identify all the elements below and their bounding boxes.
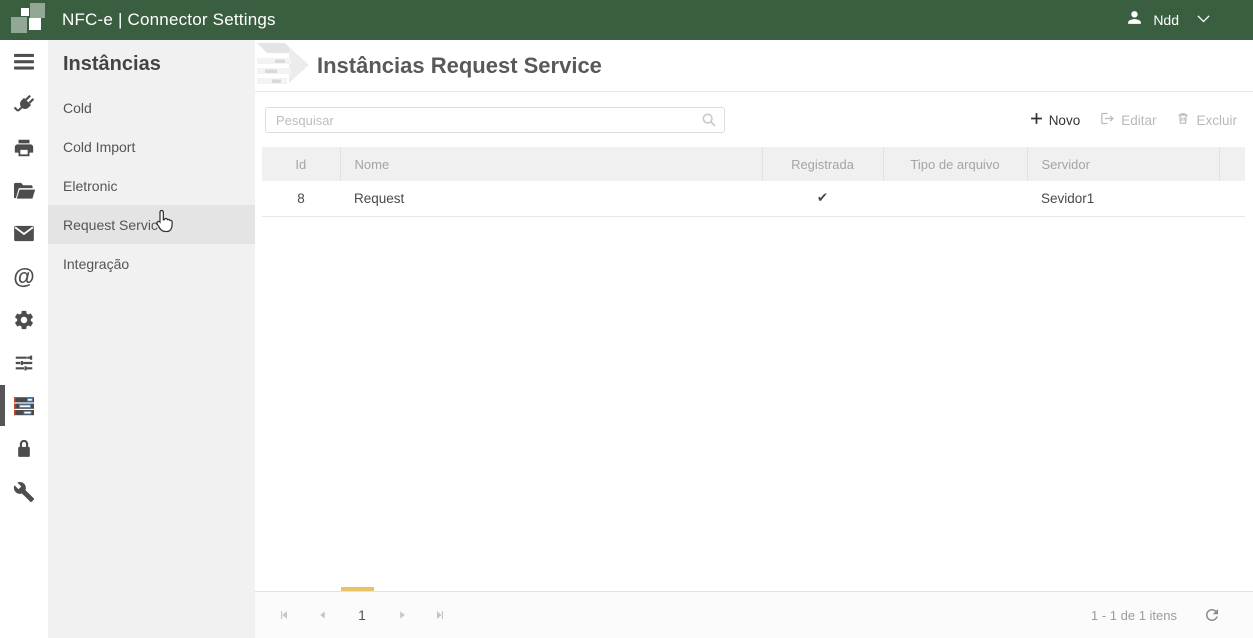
tune-sliders-icon[interactable] <box>0 341 48 384</box>
column-header-registrada[interactable]: Registrada <box>762 147 883 181</box>
topbar: NFC-e | Connector Settings Ndd <box>0 0 1253 40</box>
table-row[interactable]: 8 Request ✔ Sevidor1 <box>262 181 1245 216</box>
toolbar: Novo Editar Excluir <box>255 93 1253 147</box>
column-header-servidor[interactable]: Servidor <box>1027 147 1219 181</box>
main-content: Instâncias Request Service Novo <box>255 40 1253 638</box>
editar-button[interactable]: Editar <box>1100 111 1156 129</box>
folder-open-icon[interactable] <box>0 169 48 212</box>
mail-icon[interactable] <box>0 212 48 255</box>
column-header-spacer <box>1219 147 1245 181</box>
next-page-icon[interactable] <box>389 602 415 628</box>
novo-button[interactable]: Novo <box>1030 112 1081 128</box>
sidebar-heading: Instâncias <box>48 40 255 88</box>
sidebar-item-eletronic[interactable]: Eletronic <box>48 166 255 205</box>
excluir-button[interactable]: Excluir <box>1176 111 1237 129</box>
user-icon <box>1125 8 1144 32</box>
instances-table: Id Nome Registrada Tipo de arquivo Servi… <box>262 147 1245 217</box>
first-page-icon[interactable] <box>271 602 297 628</box>
prev-page-icon[interactable] <box>309 602 335 628</box>
wrench-icon[interactable] <box>0 470 48 513</box>
lock-icon[interactable] <box>0 427 48 470</box>
cell-tipo-de-arquivo <box>883 181 1027 216</box>
user-name: Ndd <box>1153 12 1179 28</box>
sidebar-item-request-service[interactable]: Request Service <box>48 205 255 244</box>
pager: 1 1 - 1 de 1 itens <box>255 591 1253 638</box>
column-header-tipo-de-arquivo[interactable]: Tipo de arquivo <box>883 147 1027 181</box>
plus-icon <box>1030 112 1043 128</box>
instances-servers-icon[interactable] <box>0 384 48 427</box>
column-header-nome[interactable]: Nome <box>340 147 762 181</box>
cell-nome: Request <box>340 181 762 216</box>
sidebar-item-cold[interactable]: Cold <box>48 88 255 127</box>
sidebar-item-integracao[interactable]: Integração <box>48 244 255 283</box>
toolbar-buttons: Novo Editar Excluir <box>1030 111 1253 129</box>
cell-registrada-check-icon: ✔ <box>762 181 883 216</box>
search-icon[interactable] <box>701 112 717 133</box>
settings-gear-icon[interactable] <box>0 298 48 341</box>
cell-id: 8 <box>262 181 340 216</box>
cell-spacer <box>1219 181 1245 216</box>
icon-rail: @ <box>0 40 48 638</box>
at-sign-icon[interactable]: @ <box>0 255 48 298</box>
menu-icon[interactable] <box>0 40 48 83</box>
page-header: Instâncias Request Service <box>255 40 1253 92</box>
last-page-icon[interactable] <box>427 602 453 628</box>
trash-icon <box>1176 111 1190 129</box>
app-window: NFC-e | Connector Settings Ndd @ <box>0 0 1253 638</box>
pager-right: 1 - 1 de 1 itens <box>1091 606 1253 624</box>
table-header-row: Id Nome Registrada Tipo de arquivo Servi… <box>262 147 1245 181</box>
sidebar-item-cold-import[interactable]: Cold Import <box>48 127 255 166</box>
plug-icon[interactable] <box>0 83 48 126</box>
page-number[interactable]: 1 <box>347 607 377 623</box>
column-header-id[interactable]: Id <box>262 147 340 181</box>
printer-icon[interactable] <box>0 126 48 169</box>
instances-arrow-icon <box>255 41 313 91</box>
user-menu[interactable]: Ndd <box>1125 8 1253 32</box>
pager-info: 1 - 1 de 1 itens <box>1091 608 1177 623</box>
search-wrap <box>265 107 725 133</box>
page-title: Instâncias Request Service <box>317 53 602 79</box>
cell-servidor: Sevidor1 <box>1027 181 1219 216</box>
arrow-out-icon <box>1100 111 1115 129</box>
refresh-icon[interactable] <box>1203 606 1221 624</box>
search-input[interactable] <box>265 107 725 133</box>
app-title: NFC-e | Connector Settings <box>62 10 276 30</box>
ndd-logo <box>0 0 48 40</box>
instances-sidebar: Instâncias Cold Cold Import Eletronic Re… <box>48 40 255 638</box>
current-page-indicator <box>341 587 374 591</box>
chevron-down-icon <box>1196 11 1211 29</box>
